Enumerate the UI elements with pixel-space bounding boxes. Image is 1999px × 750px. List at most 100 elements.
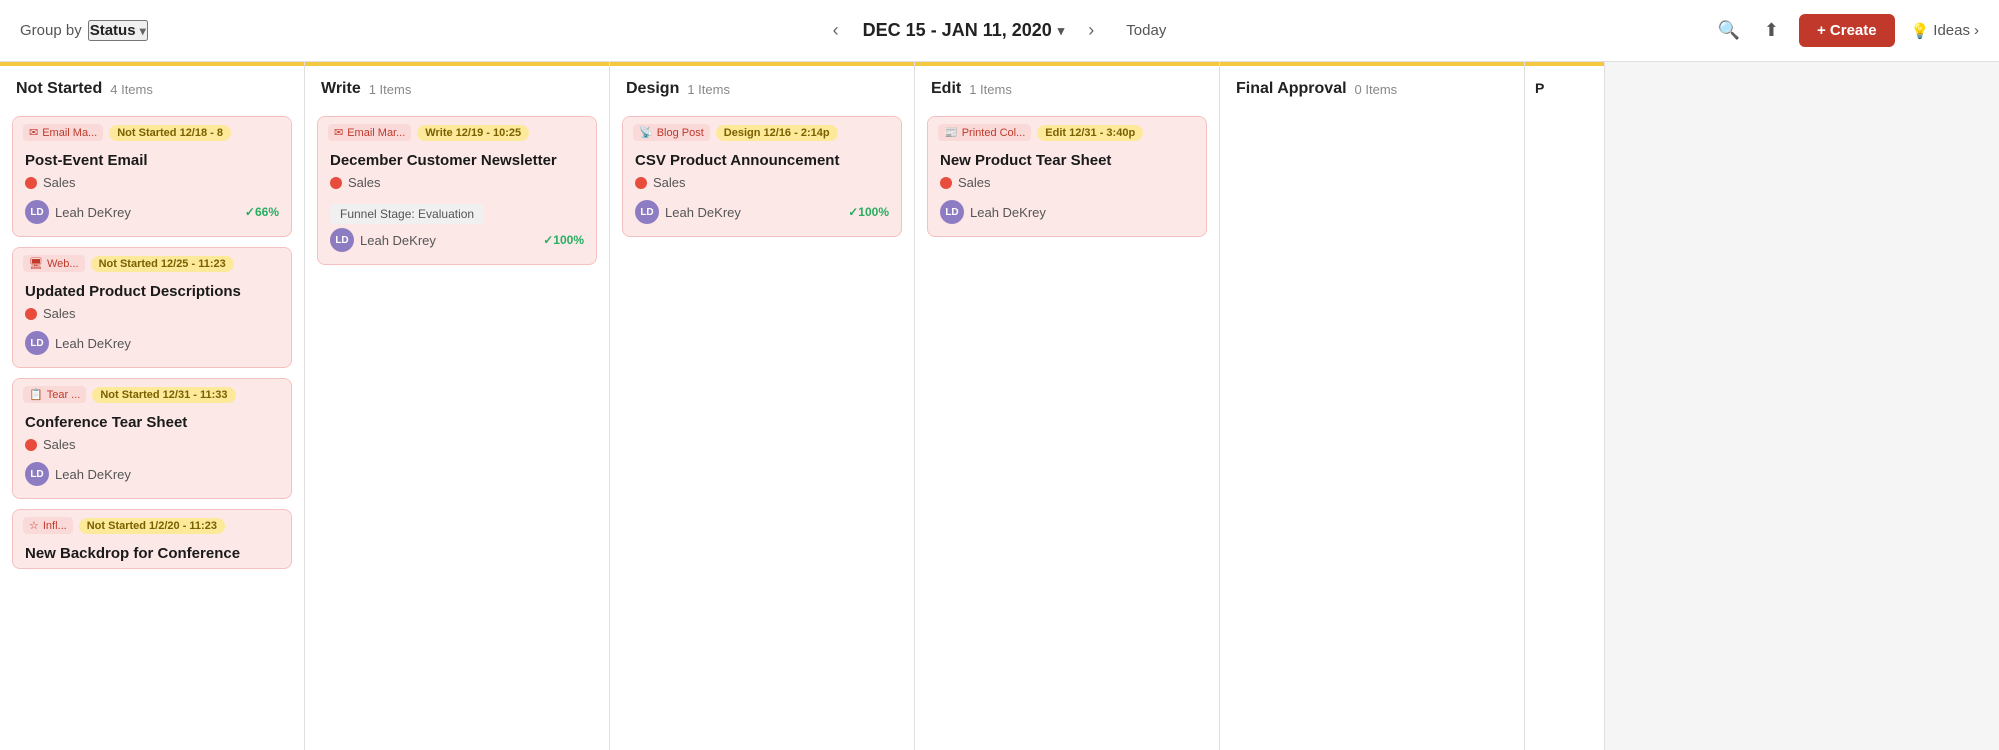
share-icon: ⬆ (1764, 20, 1779, 40)
column-count: 4 Items (110, 82, 153, 97)
date-range[interactable]: DEC 15 - JAN 11, 2020 ▾ (863, 20, 1065, 41)
card-header-bar: ✉ Email Ma... Not Started 12/18 - 8 (13, 117, 291, 148)
card-type-badge: ✉ Email Mar... (328, 124, 411, 141)
card-header-bar: ☆ Infl... Not Started 1/2/20 - 11:23 (13, 510, 291, 541)
card-body: Post-Event Email Sales (13, 148, 291, 190)
card[interactable]: 📰 Printed Col... Edit 12/31 - 3:40p New … (927, 116, 1207, 237)
avatar-row: LD Leah DeKrey (25, 200, 131, 224)
progress-badge: ✓66% (245, 205, 279, 219)
tag-dot-icon (25, 177, 37, 189)
card-status-pill: Not Started 12/18 - 8 (109, 125, 231, 141)
card-footer: LD Leah DeKrey ✓100% (318, 224, 596, 252)
ideas-chevron-icon: › (1974, 22, 1979, 39)
card[interactable]: 📡 Blog Post Design 12/16 - 2:14p CSV Pro… (622, 116, 902, 237)
card-type-icon: ☆ (29, 519, 39, 532)
column-write: Write 1 Items ✉ Email Mar... Write 12/19… (305, 62, 610, 750)
toolbar-left: Group by Status ▾ (20, 20, 148, 41)
card[interactable]: ✉ Email Ma... Not Started 12/18 - 8 Post… (12, 116, 292, 237)
card-title: December Customer Newsletter (330, 152, 584, 169)
create-button[interactable]: + Create (1799, 14, 1895, 47)
card-title: CSV Product Announcement (635, 152, 889, 169)
card-header-bar: 📡 Blog Post Design 12/16 - 2:14p (623, 117, 901, 148)
card-footer: LD Leah DeKrey ✓100% (623, 196, 901, 224)
tag-dot-icon (940, 177, 952, 189)
column-header-not-started: Not Started 4 Items (0, 62, 304, 108)
avatar: LD (330, 228, 354, 252)
avatar-row: LD Leah DeKrey (25, 331, 131, 355)
card-tag: Sales (25, 568, 279, 569)
card-status-pill: Design 12/16 - 2:14p (716, 125, 838, 141)
card-type-icon: 📰 (944, 126, 958, 139)
column-count: 0 Items (1355, 82, 1398, 97)
chevron-down-icon: ▾ (140, 24, 146, 38)
card-body: December Customer Newsletter Sales (318, 148, 596, 190)
card-title: Updated Product Descriptions (25, 283, 279, 300)
avatar-row: LD Leah DeKrey (940, 200, 1046, 224)
column-header-final-approval: Final Approval 0 Items (1220, 62, 1524, 108)
search-button[interactable]: 🔍 (1713, 16, 1743, 45)
card[interactable]: 📋 Tear ... Not Started 12/31 - 11:33 Con… (12, 378, 292, 499)
column-cards-design: 📡 Blog Post Design 12/16 - 2:14p CSV Pro… (610, 108, 914, 750)
card-type-label: Email Ma... (42, 127, 97, 139)
card-footer: LD Leah DeKrey (13, 327, 291, 355)
group-by-dropdown[interactable]: Status ▾ (88, 20, 148, 41)
kanban-board: Not Started 4 Items ✉ Email Ma... Not St… (0, 62, 1999, 750)
assignee-name: Leah DeKrey (55, 205, 131, 220)
card[interactable]: 🖥 Web... Not Started 12/25 - 11:23 Updat… (12, 247, 292, 368)
card-header-bar: 📰 Printed Col... Edit 12/31 - 3:40p (928, 117, 1206, 148)
column-cards-edit: 📰 Printed Col... Edit 12/31 - 3:40p New … (915, 108, 1219, 750)
share-button[interactable]: ⬆ (1760, 16, 1783, 45)
tag-label: Sales (653, 175, 686, 190)
group-by-label: Group by (20, 22, 82, 39)
card-tag: Sales (940, 175, 1194, 190)
assignee-name: Leah DeKrey (55, 336, 131, 351)
card-type-badge: 📡 Blog Post (633, 124, 710, 141)
assignee-name: Leah DeKrey (665, 205, 741, 220)
column-count: 1 Items (969, 82, 1012, 97)
card-type-icon: ✉ (334, 126, 343, 139)
column-cards-not-started: ✉ Email Ma... Not Started 12/18 - 8 Post… (0, 108, 304, 750)
column-final-approval: Final Approval 0 Items (1220, 62, 1525, 750)
card-type-icon: 🖥 (29, 257, 43, 270)
card-status-pill: Edit 12/31 - 3:40p (1037, 125, 1143, 141)
toolbar: Group by Status ▾ ‹ DEC 15 - JAN 11, 202… (0, 0, 1999, 62)
next-nav-button[interactable]: › (1080, 16, 1102, 45)
column-title: Not Started 4 Items (16, 80, 288, 98)
card-body: New Backdrop for Conference Sales (13, 541, 291, 569)
tag-label: Sales (958, 175, 991, 190)
card-type-badge: 🖥 Web... (23, 255, 85, 272)
card-type-icon: 📡 (639, 126, 653, 139)
ideas-button[interactable]: 💡 Ideas › (1911, 22, 1979, 40)
card-header-bar: 🖥 Web... Not Started 12/25 - 11:23 (13, 248, 291, 279)
card-tag: Sales (330, 175, 584, 190)
card-status-pill: Not Started 12/25 - 11:23 (91, 256, 234, 272)
card-type-label: Printed Col... (962, 127, 1026, 139)
card-title: New Backdrop for Conference (25, 545, 279, 562)
column-title: Design 1 Items (626, 80, 898, 98)
card-status-pill: Not Started 12/31 - 11:33 (92, 387, 235, 403)
avatar: LD (940, 200, 964, 224)
card-tag: Sales (25, 175, 279, 190)
assignee-name: Leah DeKrey (970, 205, 1046, 220)
lightbulb-icon: 💡 (1911, 22, 1930, 40)
column-title: Edit 1 Items (931, 80, 1203, 98)
column-cards-write: ✉ Email Mar... Write 12/19 - 10:25 Decem… (305, 108, 609, 750)
funnel-tag: Funnel Stage: Evaluation (330, 204, 484, 224)
card-header-bar: ✉ Email Mar... Write 12/19 - 10:25 (318, 117, 596, 148)
avatar: LD (25, 331, 49, 355)
card-status-pill: Not Started 1/2/20 - 11:23 (79, 518, 225, 534)
today-button[interactable]: Today (1118, 18, 1174, 43)
column-design: Design 1 Items 📡 Blog Post Design 12/16 … (610, 62, 915, 750)
prev-nav-button[interactable]: ‹ (825, 16, 847, 45)
tag-dot-icon (25, 308, 37, 320)
card-type-label: Blog Post (657, 127, 704, 139)
toolbar-center: ‹ DEC 15 - JAN 11, 2020 ▾ › Today (825, 16, 1175, 45)
avatar-row: LD Leah DeKrey (25, 462, 131, 486)
tag-label: Sales (43, 568, 76, 569)
tag-label: Sales (43, 437, 76, 452)
column-header-design: Design 1 Items (610, 62, 914, 108)
avatar: LD (635, 200, 659, 224)
column-title: Final Approval 0 Items (1236, 80, 1508, 98)
card[interactable]: ✉ Email Mar... Write 12/19 - 10:25 Decem… (317, 116, 597, 265)
card[interactable]: ☆ Infl... Not Started 1/2/20 - 11:23 New… (12, 509, 292, 569)
